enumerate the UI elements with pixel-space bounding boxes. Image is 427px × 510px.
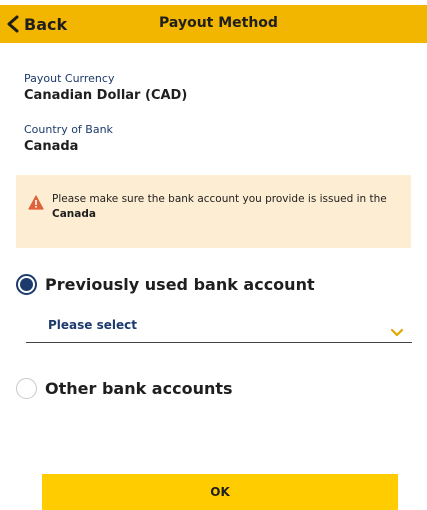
chevron-down-icon <box>390 322 404 341</box>
back-button[interactable]: Back <box>6 12 67 36</box>
notice-country: Canada <box>52 208 96 220</box>
payout-currency-value: Canadian Dollar (CAD) <box>24 88 188 103</box>
radio-other-bank-accounts[interactable]: Other bank accounts <box>16 376 233 400</box>
country-of-bank-value: Canada <box>24 139 79 154</box>
ok-button[interactable]: OK <box>42 474 398 510</box>
warning-triangle-icon <box>28 195 44 214</box>
previous-bank-account-label: Previously used bank account <box>45 274 315 294</box>
back-label: Back <box>24 14 68 34</box>
radio-previous-bank-account[interactable]: Previously used bank account <box>16 272 315 296</box>
radio-unchecked-icon[interactable] <box>16 377 37 399</box>
app-header: Payout Method Back <box>0 5 427 43</box>
notice-text: Please make sure the bank account you pr… <box>52 192 402 222</box>
payout-currency-label: Payout Currency <box>24 72 115 85</box>
bank-account-select[interactable]: Please select <box>26 313 412 343</box>
other-bank-accounts-label: Other bank accounts <box>45 378 233 398</box>
select-placeholder: Please select <box>48 318 137 332</box>
notice-message: Please make sure the bank account you pr… <box>52 193 387 205</box>
bank-notice: Please make sure the bank account you pr… <box>16 175 411 248</box>
country-of-bank-label: Country of Bank <box>24 123 113 136</box>
radio-checked-icon[interactable] <box>16 273 37 295</box>
chevron-left-icon <box>6 15 20 33</box>
